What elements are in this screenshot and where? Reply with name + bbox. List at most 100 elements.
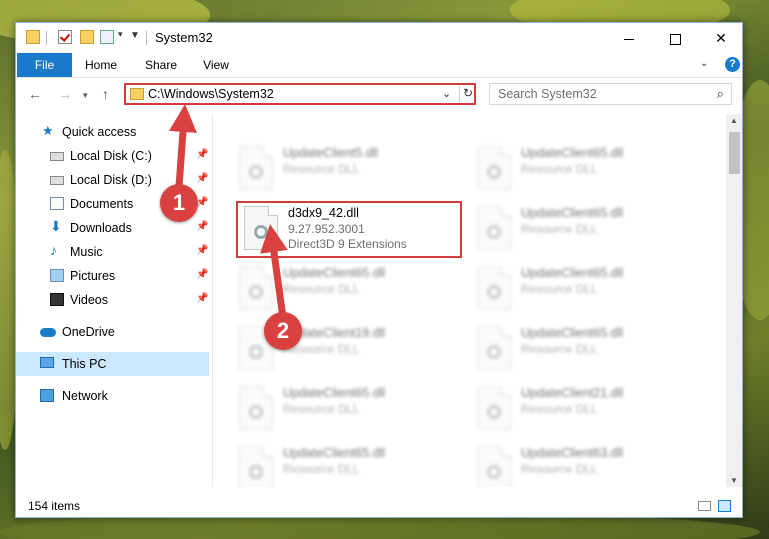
disk-icon [50,152,64,161]
folder-icon [130,88,144,100]
sidebar-item-label: Pictures [70,269,116,283]
search-input[interactable]: Search System32 ⌕ [489,83,732,105]
file-explorer-window: ▾ ▼ System32 ✕ File Home Share View ⌄ ? … [15,22,743,518]
picture-icon [50,269,64,282]
expand-ribbon-icon[interactable]: ⌄ [700,58,708,69]
file-name: UpdateClient65.dll [283,446,386,460]
dll-file-icon [477,386,511,430]
file-item[interactable]: UpdateClient65.dll Resource DLL [239,444,459,487]
properties-check-icon[interactable] [58,30,72,44]
file-item[interactable]: UpdateClient65.dll Resource DLL [477,264,697,314]
tab-file[interactable]: File [17,53,72,77]
properties-icon[interactable] [100,30,114,44]
chevron-down-icon[interactable]: ⌄ [442,87,451,100]
sidebar-item-label: This PC [62,357,107,371]
file-name: UpdateClient65.dll [521,266,624,280]
maximize-button[interactable] [652,23,698,53]
search-icon[interactable]: ⌕ [717,86,724,102]
tiles-view-icon[interactable] [718,500,731,512]
sidebar-item-label: Local Disk (D:) [70,173,152,187]
item-count: 154 items [28,499,81,513]
sidebar-item-label: Quick access [62,125,137,139]
close-button[interactable]: ✕ [698,23,742,53]
file-name: UpdateClient21.dll [521,386,624,400]
tab-share[interactable]: Share [139,53,183,77]
file-name: d3dx9_42.dll [288,206,359,220]
dll-file-icon [477,266,511,310]
computer-icon [40,357,54,368]
download-icon: ⬇ [50,218,62,234]
sidebar-item-label: Network [62,389,108,403]
sidebar-item-videos[interactable]: Videos 📌 [16,288,209,312]
file-description: Resource DLL [521,462,598,476]
address-path[interactable]: C:\Windows\System32 [148,87,274,101]
customize-arrow-icon[interactable]: ▾ [118,29,123,40]
file-description: Direct3D 9 Extensions [288,237,407,251]
folder-icon[interactable] [26,30,40,44]
dll-file-icon [477,146,511,190]
pin-icon[interactable]: 📌 [196,245,208,256]
vertical-scrollbar[interactable]: ▲ ▼ [726,114,742,487]
scroll-down-icon[interactable]: ▼ [730,476,738,485]
file-name: UpdateClient5.dll [283,146,379,160]
pin-icon[interactable]: 📌 [196,221,208,232]
file-item[interactable]: UpdateClient63.dll Resource DLL [477,444,697,487]
document-icon [50,197,64,210]
help-icon[interactable]: ? [725,57,740,72]
dll-file-icon [477,446,511,487]
ribbon-tabs: File Home Share View ⌄ ? [16,53,742,78]
sidebar-item-onedrive[interactable]: OneDrive [16,320,209,344]
minimize-button[interactable] [606,23,652,53]
divider [146,31,147,45]
sidebar-item-music[interactable]: ♪ Music 📌 [16,240,209,264]
address-bar[interactable]: C:\Windows\System32 ⌄ ↻ [124,83,476,105]
scrollbar-thumb[interactable] [729,132,740,174]
tab-view[interactable]: View [196,53,236,77]
file-item[interactable]: UpdateClient65.dll Resource DLL [477,144,697,194]
details-view-icon[interactable] [698,501,711,511]
sidebar-item-pictures[interactable]: Pictures 📌 [16,264,209,288]
file-description: Resource DLL [521,402,598,416]
file-item[interactable]: UpdateClient21.dll Resource DLL [477,384,697,434]
file-item[interactable]: UpdateClient65.dll Resource DLL [477,204,697,254]
file-description: Resource DLL [521,342,598,356]
sidebar-item-network[interactable]: Network [16,384,209,408]
file-item[interactable]: UpdateClient5.dll Resource DLL [239,144,459,194]
file-item[interactable]: UpdateClient65.dll Resource DLL [239,384,459,434]
back-button[interactable]: ← [28,86,42,102]
sidebar-item-local-disk-c[interactable]: Local Disk (C:) 📌 [16,144,209,168]
pin-icon[interactable]: 📌 [196,293,208,304]
file-description: Resource DLL [283,162,360,176]
file-item-d3dx9-42[interactable]: d3dx9_42.dll 9.27.952.3001 Direct3D 9 Ex… [244,204,464,254]
video-icon [50,293,64,306]
file-description: Resource DLL [283,402,360,416]
dll-file-icon [239,146,273,190]
star-icon: ★ [42,123,54,138]
new-folder-icon[interactable] [80,30,94,44]
forward-button[interactable]: → [58,86,72,102]
up-button[interactable]: ↑ [102,86,109,102]
recent-locations-icon[interactable]: ▾ [83,90,88,101]
refresh-button[interactable]: ↻ [459,86,476,102]
file-description: Resource DLL [521,282,598,296]
network-icon [40,389,54,402]
scroll-up-icon[interactable]: ▲ [730,116,738,125]
file-name: UpdateClient65.dll [521,146,624,160]
divider [46,31,47,45]
sidebar-item-label: Videos [70,293,108,307]
file-item[interactable]: UpdateClient65.dll Resource DLL [477,324,697,374]
music-icon: ♪ [50,242,57,258]
pin-icon[interactable]: 📌 [196,149,208,160]
file-name: UpdateClient63.dll [521,446,624,460]
step-2-badge: 2 [264,312,302,350]
sidebar-item-quick-access[interactable]: ★ Quick access [16,120,209,144]
sidebar-item-this-pc[interactable]: This PC [16,352,209,376]
tab-home[interactable]: Home [78,53,124,77]
file-item[interactable]: UpdateClient65.dll Resource DLL [239,264,459,314]
file-name: UpdateClient65.dll [521,206,624,220]
quick-access-dropdown-icon[interactable]: ▼ [130,30,140,41]
file-list: UpdateClient5.dll Resource DLL d3dx9_42.… [214,114,726,487]
pin-icon[interactable]: 📌 [196,173,208,184]
dll-file-icon [477,326,511,370]
pin-icon[interactable]: 📌 [196,269,208,280]
